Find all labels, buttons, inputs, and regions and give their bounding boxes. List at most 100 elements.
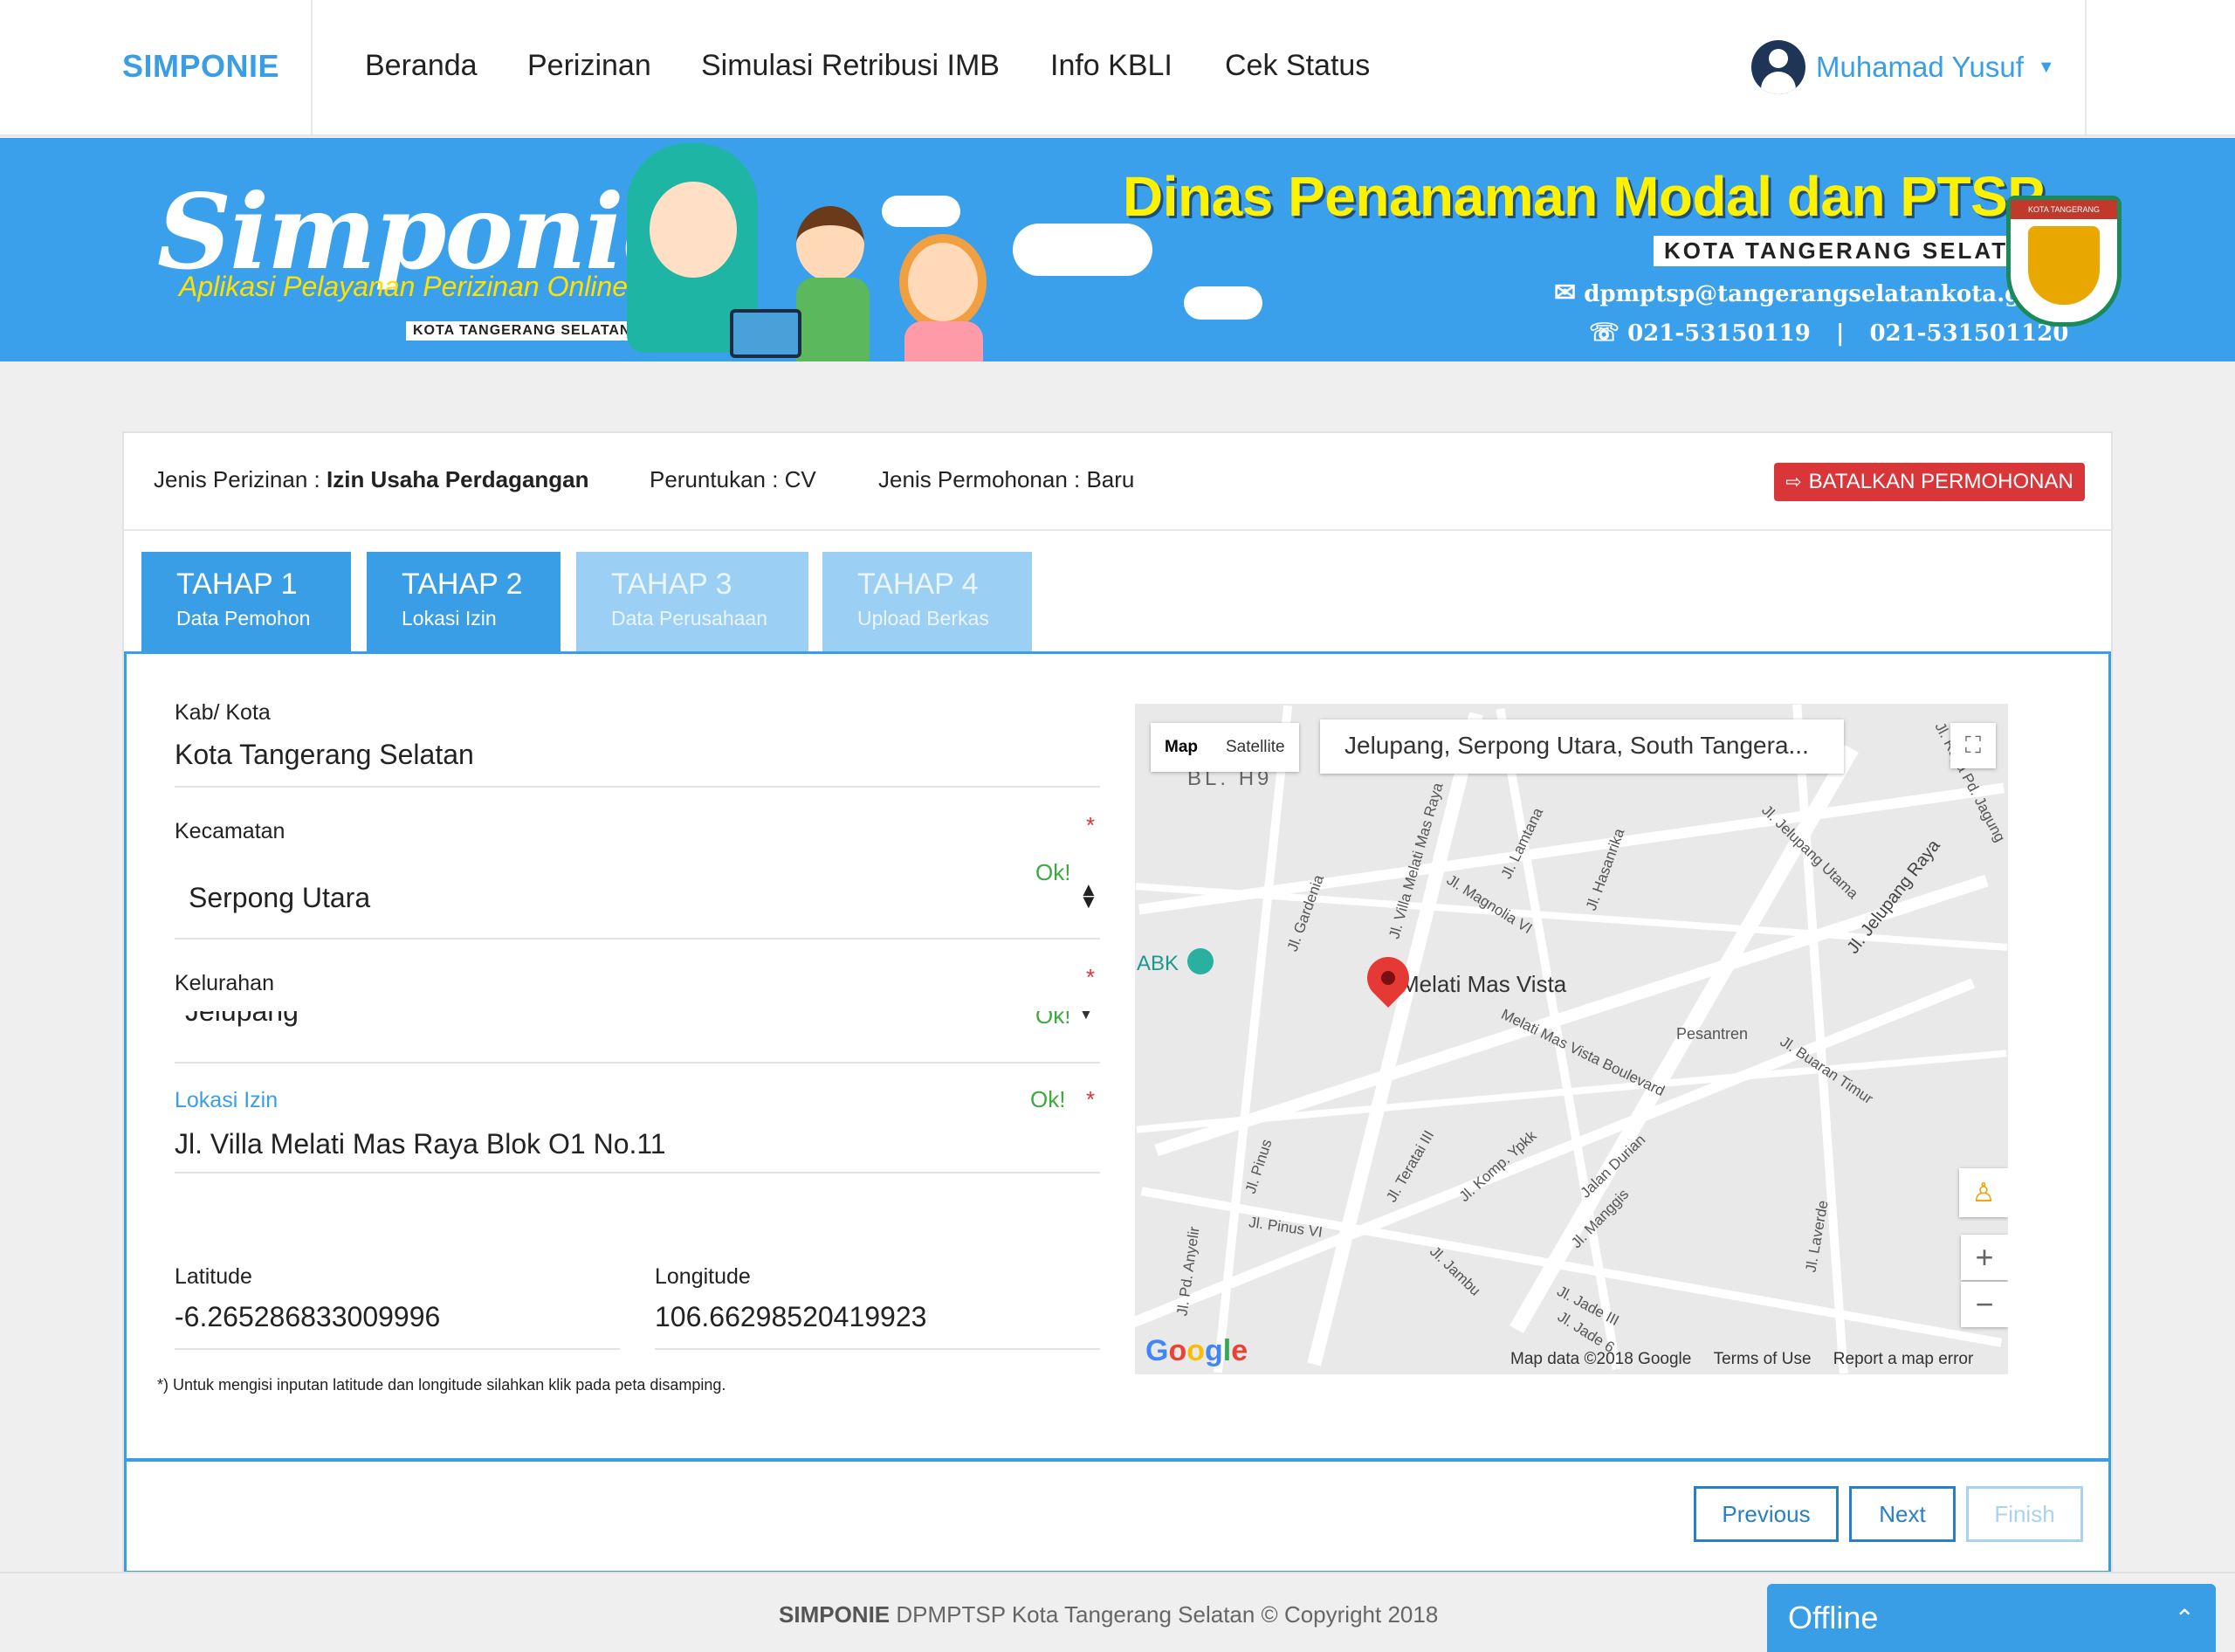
nav-item-perizinan[interactable]: Perizinan bbox=[527, 49, 651, 83]
field-underline bbox=[175, 786, 1100, 788]
banner-email: ✉ dpmptsp@tangerangselatankota.go.id bbox=[1554, 278, 2067, 308]
map-place-search[interactable]: Jelupang, Serpong Utara, South Tangera..… bbox=[1320, 719, 1844, 774]
fullscreen-icon[interactable]: ⛶ bbox=[1950, 723, 1996, 768]
cloud-decoration bbox=[1184, 286, 1262, 320]
required-marker: * bbox=[1086, 812, 1096, 838]
zoom-in-icon[interactable]: + bbox=[1961, 1235, 2008, 1280]
tab-title: TAHAP 3 bbox=[611, 568, 732, 601]
map-report-link[interactable]: Report a map error bbox=[1833, 1350, 1974, 1368]
info-jenis-perizinan-value: Izin Usaha Perdagangan bbox=[327, 466, 589, 492]
nav-item-cek-status[interactable]: Cek Status bbox=[1225, 49, 1370, 83]
cancel-application-label: BATALKAN PERMOHONAN bbox=[1808, 470, 2073, 493]
map-terms-link[interactable]: Terms of Use bbox=[1714, 1350, 1812, 1368]
nav-item-beranda[interactable]: Beranda bbox=[365, 49, 478, 83]
chevron-up-icon[interactable]: ⌃ bbox=[2175, 1604, 2195, 1633]
tab-tahap-3[interactable]: TAHAP 3 Data Perusahaan bbox=[576, 552, 808, 651]
coordinate-hint: *) Untuk mengisi inputan latitude dan lo… bbox=[157, 1376, 726, 1394]
kelurahan-select[interactable]: Jelupang Ok! ▼ bbox=[175, 1011, 1100, 1030]
map-road-label: Jl. Pinus bbox=[1241, 1137, 1276, 1196]
phone-icon: ☏ bbox=[1589, 318, 1620, 347]
finish-button[interactable]: Finish bbox=[1966, 1486, 2083, 1542]
envelope-icon: ✉ bbox=[1554, 278, 1577, 308]
previous-button[interactable]: Previous bbox=[1694, 1486, 1839, 1542]
longitude-label: Longitude bbox=[655, 1264, 751, 1289]
info-jenis-perizinan: Jenis Perizinan : Izin Usaha Perdagangan bbox=[154, 466, 589, 493]
cloud-decoration bbox=[1013, 224, 1152, 276]
tab-title: TAHAP 4 bbox=[857, 568, 979, 601]
footer-text: DPMPTSP Kota Tangerang Selatan © Copyrig… bbox=[896, 1601, 1439, 1628]
chat-widget[interactable]: Offline ⌃ bbox=[1767, 1584, 2216, 1652]
field-underline bbox=[175, 1348, 620, 1350]
navbar-divider bbox=[2085, 0, 2087, 134]
kecamatan-select[interactable]: Serpong Utara bbox=[189, 882, 370, 914]
field-underline bbox=[175, 1062, 1100, 1063]
kab-kota-label: Kab/ Kota bbox=[175, 700, 271, 725]
map-type-map[interactable]: Map bbox=[1151, 738, 1212, 757]
brand-logo[interactable]: SIMPONIE bbox=[122, 48, 279, 85]
character-illustration bbox=[796, 206, 864, 281]
banner-email-text: dpmptsp@tangerangselatankota.go.id bbox=[1584, 281, 2068, 307]
footer-brand: SIMPONIE bbox=[779, 1601, 891, 1628]
banner-phone-2: 021-531501120 bbox=[1869, 320, 2069, 347]
nav-item-simulasi-retribusi-imb[interactable]: Simulasi Retribusi IMB bbox=[701, 49, 1000, 83]
lokasi-izin-input[interactable]: Jl. Villa Melati Mas Raya Blok O1 No.11 bbox=[175, 1128, 666, 1160]
map-poi-label: ABK bbox=[1137, 952, 1179, 975]
tab-tahap-1[interactable]: TAHAP 1 Data Pemohon bbox=[141, 552, 351, 651]
character-illustration bbox=[899, 234, 987, 330]
google-logo: Google bbox=[1145, 1334, 1248, 1367]
map-attribution: Map data ©2018 Google Terms of Use Repor… bbox=[1510, 1350, 1973, 1369]
user-name: Muhamad Yusuf bbox=[1816, 51, 2024, 83]
tab-subtitle: Data Pemohon bbox=[176, 607, 311, 630]
kecamatan-label: Kecamatan bbox=[175, 819, 285, 843]
map-type-satellite[interactable]: Satellite bbox=[1212, 738, 1299, 757]
latitude-input[interactable]: -6.265286833009996 bbox=[175, 1301, 440, 1333]
tab-tahap-2[interactable]: TAHAP 2 Lokasi Izin bbox=[367, 552, 560, 651]
lokasi-izin-ok: Ok! bbox=[1030, 1086, 1066, 1112]
character-body bbox=[796, 278, 870, 361]
location-map[interactable]: BL. H9 Jl. Villa Melati Mas Raya Jl. Mag… bbox=[1135, 704, 2008, 1374]
info-peruntukan: Peruntukan : CV bbox=[650, 466, 816, 492]
banner-agency-title: Dinas Penanaman Modal dan PTSP bbox=[1123, 165, 2045, 228]
banner-small-caption: KOTA TANGERANG SELATAN bbox=[406, 321, 638, 341]
map-place-label: Pesantren bbox=[1676, 1025, 1749, 1043]
info-jenis-perizinan-label: Jenis Perizinan : bbox=[154, 466, 320, 492]
field-underline bbox=[655, 1348, 1100, 1350]
tab-tahap-4[interactable]: TAHAP 4 Upload Berkas bbox=[822, 552, 1032, 651]
cloud-decoration bbox=[882, 196, 960, 227]
field-underline bbox=[175, 938, 1100, 940]
tab-subtitle: Upload Berkas bbox=[857, 607, 989, 630]
top-navbar: SIMPONIE Beranda Perizinan Simulasi Retr… bbox=[0, 0, 2235, 136]
map-poi-icon bbox=[1187, 948, 1214, 974]
banner-phone-separator: | bbox=[1835, 320, 1845, 347]
field-underline bbox=[175, 1172, 1100, 1174]
kelurahan-label: Kelurahan bbox=[175, 971, 274, 995]
lokasi-izin-label: Lokasi Izin bbox=[175, 1088, 279, 1112]
latitude-label: Latitude bbox=[175, 1264, 252, 1289]
required-marker: * bbox=[1086, 964, 1096, 990]
tab-subtitle: Lokasi Izin bbox=[402, 607, 497, 630]
chat-status-label: Offline bbox=[1788, 1600, 1879, 1635]
tab-subtitle: Data Perusahaan bbox=[611, 607, 768, 630]
next-button[interactable]: Next bbox=[1849, 1486, 1956, 1542]
tablet-illustration bbox=[730, 309, 801, 358]
info-jenis-permohonan: Jenis Permohonan : Baru bbox=[878, 466, 1135, 492]
longitude-input[interactable]: 106.66298520419923 bbox=[655, 1301, 926, 1333]
user-menu[interactable]: Muhamad Yusuf ▼ bbox=[1751, 40, 2055, 94]
tab-title: TAHAP 2 bbox=[402, 568, 523, 601]
cancel-application-button[interactable]: ⇨ BATALKAN PERMOHONAN bbox=[1774, 463, 2085, 501]
street-view-icon[interactable]: ♙ bbox=[1959, 1168, 2008, 1217]
character-body bbox=[904, 321, 983, 361]
map-type-control: Map Satellite bbox=[1151, 723, 1299, 772]
emblem-caption: KOTA TANGERANG SELATAN bbox=[2011, 200, 2117, 233]
zoom-out-icon[interactable]: − bbox=[1961, 1282, 2008, 1327]
kab-kota-value: Kota Tangerang Selatan bbox=[175, 739, 474, 770]
character-face bbox=[650, 182, 737, 278]
map-data-credit: Map data ©2018 Google bbox=[1510, 1350, 1692, 1368]
chevron-down-icon: ▼ bbox=[1079, 1011, 1093, 1022]
select-sort-icon: ▲ ▼ bbox=[1079, 878, 1098, 912]
nav-item-info-kbli[interactable]: Info KBLI bbox=[1050, 49, 1173, 83]
banner-subtitle: Aplikasi Pelayanan Perizinan Online bbox=[179, 271, 629, 302]
kelurahan-value: Jelupang bbox=[185, 1011, 299, 1027]
sign-out-icon: ⇨ bbox=[1785, 471, 1802, 492]
banner-city-caption: KOTA TANGERANG SELATAN bbox=[1654, 236, 2055, 266]
